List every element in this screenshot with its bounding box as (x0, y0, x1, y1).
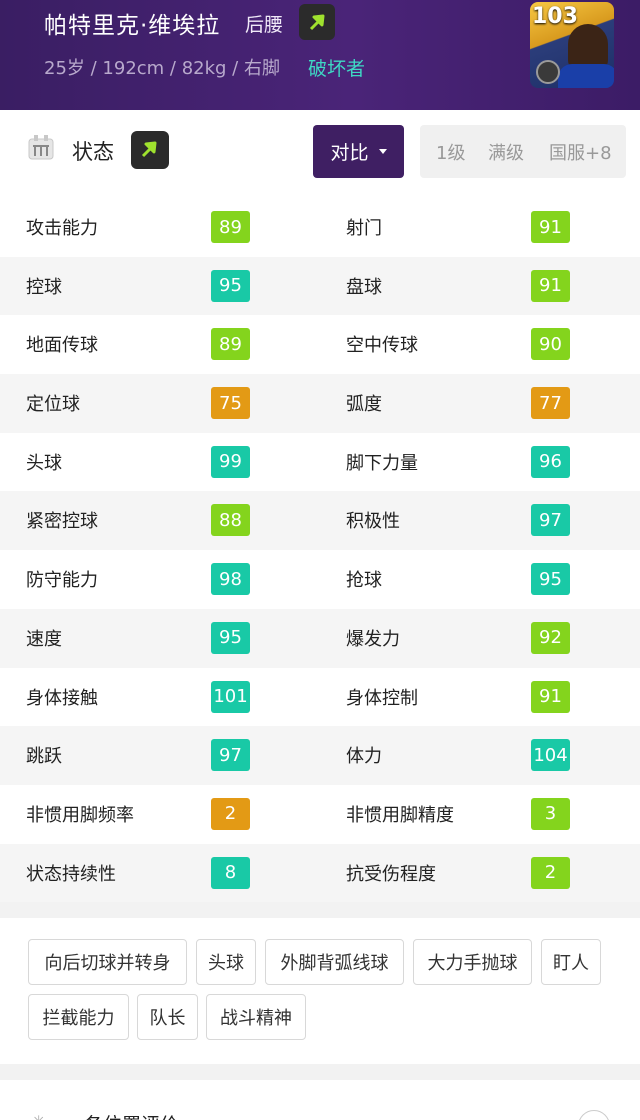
stat-label: 射门 (346, 218, 382, 239)
stat-label: 非惯用脚精度 (346, 804, 454, 826)
stat-value: 3 (531, 797, 570, 830)
stats-table: 攻击能力 89 射门 91 控球 95 盘球 91 地面传球 89 空中传球 9… (0, 198, 640, 903)
status-bar: 状态 对比 1级 满级 国服+8 (0, 110, 640, 198)
stat-label: 防守能力 (26, 570, 98, 592)
stat-label: 控球 (26, 276, 62, 298)
stat-value: 8 (211, 856, 250, 889)
stat-value: 101 (211, 680, 250, 713)
stat-value: 2 (531, 856, 570, 889)
stat-label: 抢球 (346, 570, 382, 592)
expand-button[interactable] (578, 1110, 610, 1120)
stat-label: 脚下力量 (346, 452, 418, 474)
level-max[interactable]: 满级 (488, 139, 524, 165)
skills-section: 向后切球并转身 头球 外脚背弧线球 大力手抛球 盯人 拦截能力 队长 战斗精神 (0, 918, 640, 1064)
player-card[interactable]: 103 (530, 2, 614, 88)
stat-value: 91 (531, 211, 570, 243)
level-selector: 1级 满级 国服+8 (420, 125, 626, 178)
caret-down-icon (378, 149, 387, 154)
level-national-plus8[interactable]: 国服+8 (549, 139, 612, 165)
stat-label: 爆发力 (346, 628, 400, 650)
stat-label: 头球 (26, 452, 62, 474)
stat-value: 95 (211, 621, 250, 654)
stat-label: 盘球 (346, 276, 382, 298)
stat-value: 75 (211, 387, 250, 420)
stat-value: 98 (211, 563, 250, 596)
condition-icon (28, 135, 54, 160)
stat-row: 状态持续性 8 抗受伤程度 2 (0, 843, 640, 903)
stat-row: 定位球 75 弧度 77 (0, 374, 640, 433)
stat-value: 95 (531, 563, 570, 596)
compare-label: 对比 (330, 142, 369, 164)
skill-chip[interactable]: 队长 (137, 994, 198, 1040)
stat-row: 控球 95 盘球 91 (0, 256, 640, 316)
position-rating-title: 各位置评价 (84, 1110, 179, 1120)
player-name: 帕特里克·维埃拉 (44, 13, 221, 39)
arrow-up-right-icon (309, 14, 325, 31)
stat-value: 89 (211, 211, 250, 243)
player-shirt (558, 64, 614, 88)
stat-label: 积极性 (346, 511, 400, 533)
skill-chip[interactable]: 向后切球并转身 (28, 939, 187, 985)
stat-row: 跳跃 97 体力 104 (0, 726, 640, 785)
stat-label: 定位球 (26, 394, 80, 416)
skill-chip[interactable]: 战斗精神 (206, 994, 306, 1040)
position-icon: ✳ (32, 1112, 45, 1120)
player-play-style[interactable]: 破坏者 (308, 54, 365, 81)
stat-row: 头球 99 脚下力量 96 (0, 432, 640, 492)
stat-row: 攻击能力 89 射门 91 (0, 198, 640, 257)
stat-value: 89 (211, 328, 250, 361)
status-trend-badge (131, 131, 169, 169)
skill-chip[interactable]: 外脚背弧线球 (265, 939, 404, 985)
skill-chip[interactable]: 头球 (196, 939, 256, 985)
position-rating-section: ✳ 各位置评价 (0, 1080, 640, 1120)
stat-label: 紧密控球 (26, 511, 98, 533)
stat-label: 速度 (26, 628, 62, 650)
card-rating: 103 (532, 4, 578, 29)
stat-value: 77 (531, 387, 570, 420)
stat-value: 92 (531, 621, 570, 654)
stat-row: 紧密控球 88 积极性 97 (0, 491, 640, 551)
stat-label: 空中传球 (346, 335, 418, 357)
stat-value: 104 (531, 739, 570, 772)
stat-row: 速度 95 爆发力 92 (0, 608, 640, 668)
stat-row: 身体接触 101 身体控制 91 (0, 667, 640, 727)
stat-label: 身体控制 (346, 687, 418, 709)
level-1[interactable]: 1级 (436, 139, 465, 165)
stat-label: 状态持续性 (26, 863, 116, 885)
stat-value: 90 (531, 328, 570, 361)
arrow-up-right-icon (141, 141, 157, 158)
form-trend-badge (299, 4, 335, 40)
skill-chip[interactable]: 拦截能力 (28, 994, 129, 1040)
stat-label: 跳跃 (26, 746, 62, 768)
stat-row: 非惯用脚频率 2 非惯用脚精度 3 (0, 784, 640, 844)
stat-value: 95 (211, 269, 250, 302)
compare-dropdown-button[interactable]: 对比 (313, 125, 404, 178)
stat-label: 弧度 (346, 394, 382, 416)
stat-value: 97 (211, 739, 250, 772)
stat-value: 97 (531, 504, 570, 537)
stat-value: 91 (531, 269, 570, 302)
status-title: 状态 (72, 140, 114, 164)
stat-row: 地面传球 89 空中传球 90 (0, 315, 640, 375)
stat-row: 防守能力 98 抢球 95 (0, 550, 640, 609)
skill-chip[interactable]: 盯人 (541, 939, 601, 985)
player-info: 25岁 / 192cm / 82kg / 右脚 (44, 58, 280, 79)
stat-value: 88 (211, 504, 250, 537)
skill-chip[interactable]: 大力手抛球 (413, 939, 532, 985)
stat-value: 99 (211, 445, 250, 478)
stat-label: 身体接触 (26, 687, 98, 709)
stat-label: 体力 (346, 746, 382, 768)
stat-label: 攻击能力 (26, 218, 98, 239)
player-header: 帕特里克·维埃拉 后腰 25岁 / 192cm / 82kg / 右脚 破坏者 … (0, 0, 640, 110)
stat-label: 非惯用脚频率 (26, 804, 134, 826)
stat-label: 抗受伤程度 (346, 863, 436, 885)
player-position: 后腰 (245, 14, 284, 36)
stat-value: 91 (531, 680, 570, 713)
club-badge-icon (536, 60, 560, 84)
stat-value: 2 (211, 797, 250, 830)
stat-value: 96 (531, 445, 570, 478)
stat-label: 地面传球 (26, 335, 98, 357)
